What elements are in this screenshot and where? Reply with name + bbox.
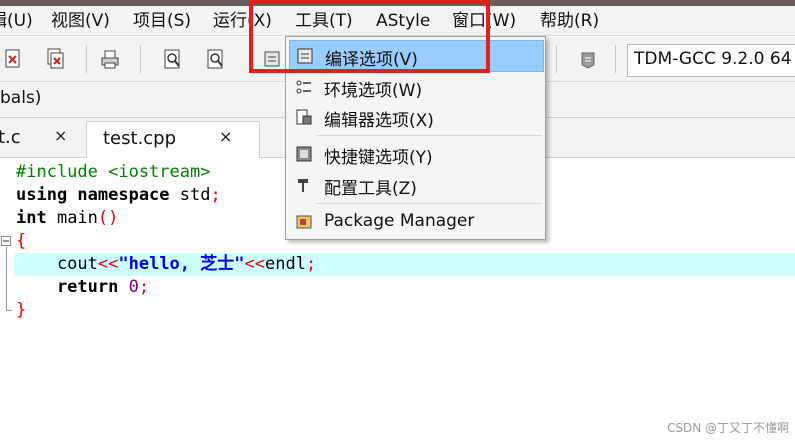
menu-item-label: 环境选项(W) <box>324 81 423 101</box>
code-line-1: #include <iostream> <box>16 162 211 182</box>
close-file-icon[interactable] <box>3 48 23 70</box>
globals-select[interactable]: bals) <box>0 88 41 108</box>
fold-minus-icon[interactable] <box>1 236 12 247</box>
hammer-icon <box>298 179 308 192</box>
menu-separator <box>316 203 542 204</box>
code-line-4: { <box>16 231 27 251</box>
fold-gutter <box>0 159 14 442</box>
menu-item-shortcut-options[interactable]: 快捷键选项(Y) <box>289 139 542 169</box>
annotation-highlight-box <box>249 0 490 73</box>
code-line-7: } <box>16 300 27 320</box>
tab-close-icon[interactable]: × <box>54 119 67 153</box>
editor-options-icon <box>296 109 312 125</box>
fold-line-end <box>6 310 12 311</box>
menu-item-label: Package Manager <box>324 211 475 231</box>
tab-close-icon[interactable]: × <box>219 120 232 154</box>
menu-help[interactable]: 帮助(R) <box>540 10 599 32</box>
menu-item-package-manager[interactable]: Package Manager <box>289 207 542 237</box>
menu-item-label: 快捷键选项(Y) <box>324 148 433 168</box>
shortcut-options-icon <box>296 146 312 162</box>
menu-item-label: 编辑器选项(X) <box>324 111 434 131</box>
tab-test-cpp[interactable]: test.cpp × <box>86 121 260 158</box>
environment-options-icon <box>296 80 311 94</box>
menu-separator <box>316 135 542 136</box>
menu-edit[interactable]: 缉(U) <box>0 10 33 32</box>
print-icon[interactable] <box>100 48 120 70</box>
menu-view[interactable]: 视图(V) <box>51 10 110 32</box>
menu-item-configure-tools[interactable]: 配置工具(Z) <box>289 170 542 200</box>
find-icon[interactable] <box>163 48 183 70</box>
code-line-6: return 0; <box>16 277 150 297</box>
code-line-3: int main() <box>16 208 119 228</box>
close-all-icon[interactable] <box>46 48 66 70</box>
watermark: CSDN @丁又丁不懂啊 <box>666 421 789 435</box>
package-icon <box>296 215 312 229</box>
replace-icon[interactable] <box>206 48 226 70</box>
tab-label: t.c <box>0 127 21 148</box>
menu-project[interactable]: 项目(S) <box>133 10 191 32</box>
menu-item-editor-options[interactable]: 编辑器选项(X) <box>289 102 542 132</box>
code-line-2: using namespace std; <box>16 185 221 205</box>
menu-item-environment-options[interactable]: 环境选项(W) <box>289 72 542 102</box>
tab-c-file[interactable]: t.c × <box>0 121 82 158</box>
menu-item-label: 配置工具(Z) <box>324 179 417 199</box>
fold-line <box>6 247 7 310</box>
code-line-5: cout<<"hello, 芝士"<<endl; <box>16 254 317 274</box>
compiler-select[interactable]: TDM-GCC 9.2.0 64 <box>627 44 795 77</box>
tab-label: test.cpp <box>103 128 177 149</box>
options-icon[interactable] <box>578 48 598 70</box>
